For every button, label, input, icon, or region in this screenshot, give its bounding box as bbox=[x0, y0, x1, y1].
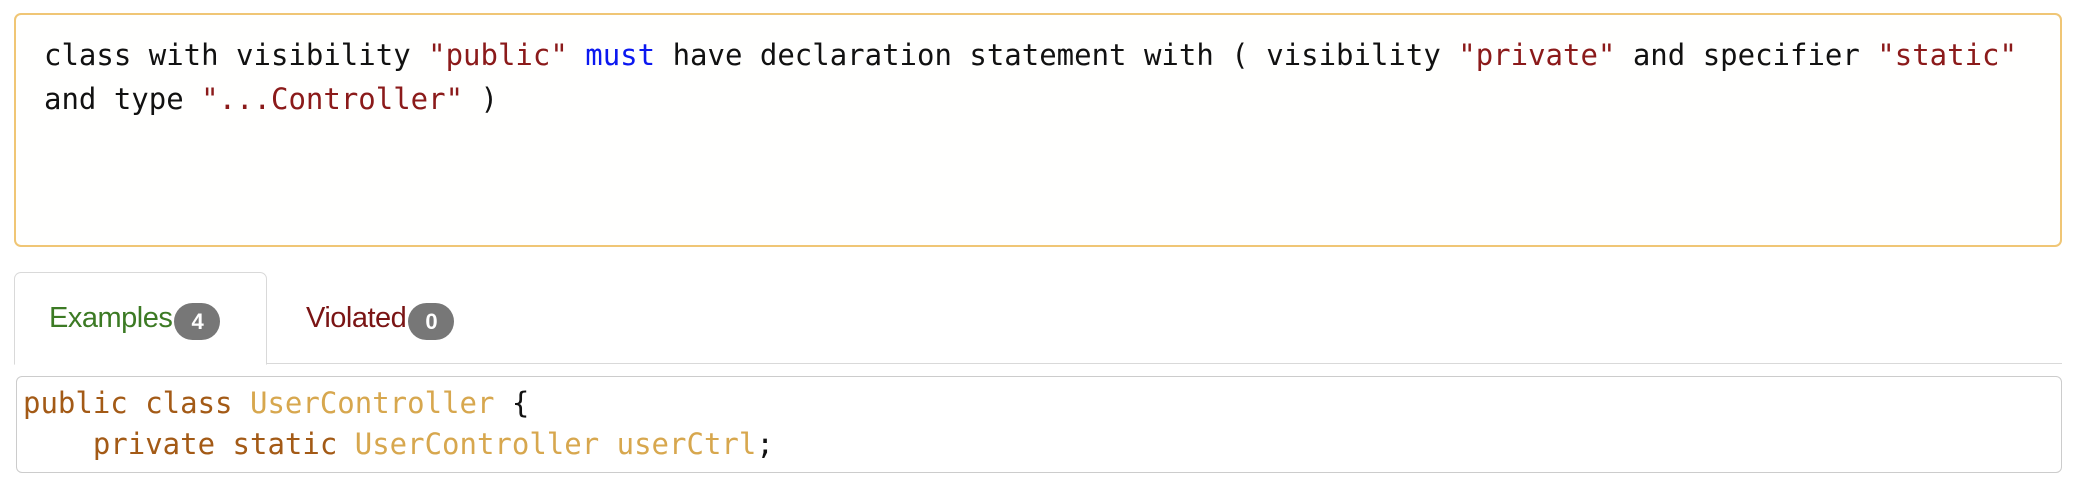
rule-editor[interactable]: class with visibility "public" must have… bbox=[14, 13, 2062, 247]
rule-line-2: and type "...Controller" ) bbox=[44, 77, 2032, 121]
violated-count-badge: 0 bbox=[408, 303, 455, 340]
code-keyword: public class bbox=[23, 386, 250, 420]
code-type: UserController userCtrl bbox=[354, 427, 757, 461]
rule-token: ) bbox=[463, 82, 498, 116]
rule-token-string: "...Controller" bbox=[201, 82, 464, 116]
code-line-2: private static UserController userCtrl; bbox=[23, 424, 2055, 465]
rule-token-keyword: must bbox=[585, 38, 656, 72]
rule-token-string: "public" bbox=[428, 38, 568, 72]
rule-line-1: class with visibility "public" must have… bbox=[44, 33, 2032, 77]
rule-token bbox=[568, 38, 585, 72]
rule-token: and type bbox=[44, 82, 202, 116]
code-keyword: private static bbox=[92, 427, 355, 461]
code-punct: ; bbox=[756, 427, 774, 461]
code-type: UserController bbox=[249, 386, 495, 420]
rule-token-string: "private" bbox=[1458, 38, 1616, 72]
code-punct: { bbox=[494, 386, 530, 420]
examples-count-badge: 4 bbox=[174, 303, 221, 340]
tab-violated-label: Violated bbox=[306, 302, 407, 334]
tab-examples-label: Examples bbox=[49, 302, 173, 334]
code-line-1: public class UserController { bbox=[23, 383, 2055, 424]
result-tabs: Examples 4 Violated 0 bbox=[14, 272, 2062, 365]
tab-examples[interactable]: Examples 4 bbox=[14, 272, 267, 365]
tab-violated[interactable]: Violated 0 bbox=[306, 272, 455, 365]
rule-token: have declaration statement with ( visibi… bbox=[655, 38, 1459, 72]
rule-token: class with visibility bbox=[44, 38, 429, 72]
rule-token: and specifier bbox=[1615, 38, 1878, 72]
code-example[interactable]: public class UserController { private st… bbox=[16, 376, 2062, 473]
rule-token-string: "static" bbox=[1877, 38, 2017, 72]
